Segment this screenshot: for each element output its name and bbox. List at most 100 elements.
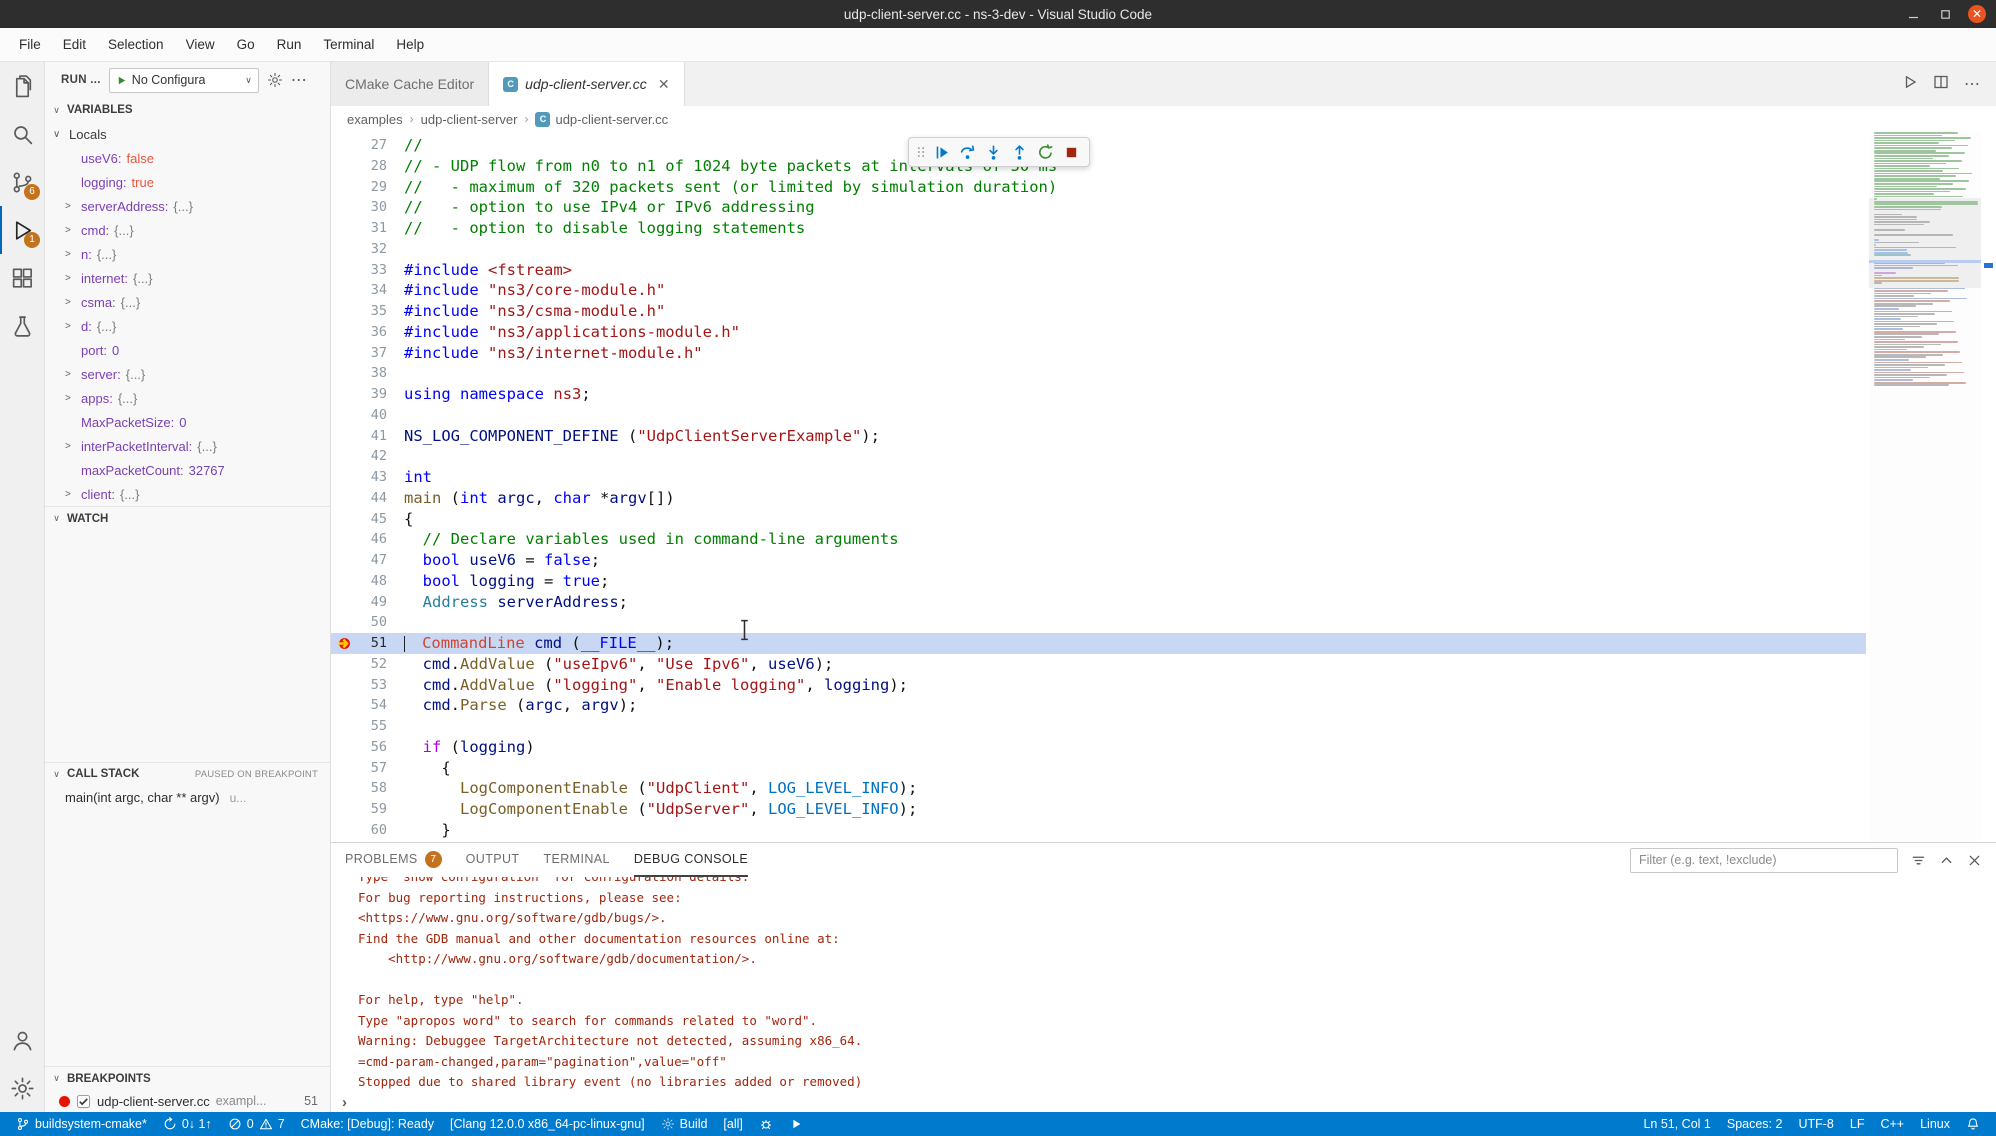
code-line-61[interactable]: 61	[331, 841, 1866, 843]
stop-icon[interactable]	[1058, 139, 1084, 165]
status-notifications[interactable]	[1958, 1112, 1988, 1136]
status-cmake-debug[interactable]	[751, 1112, 781, 1136]
line-number[interactable]: 58	[358, 778, 404, 799]
code-line-56[interactable]: 56 if (logging)	[331, 737, 1866, 758]
menu-terminal[interactable]: Terminal	[312, 28, 385, 61]
overview-ruler[interactable]	[1981, 132, 1996, 842]
start-debug-icon[interactable]	[116, 75, 127, 86]
line-number[interactable]: 54	[358, 695, 404, 716]
breadcrumb-item[interactable]: udp-client-server	[421, 112, 518, 127]
restart-icon[interactable]	[1032, 139, 1058, 165]
status-cmake-target[interactable]: [all]	[715, 1112, 750, 1136]
code-line-34[interactable]: 34#include "ns3/core-module.h"	[331, 280, 1866, 301]
status-sync[interactable]: 0↓ 1↑	[155, 1112, 220, 1136]
line-number[interactable]: 46	[358, 529, 404, 550]
code-line-41[interactable]: 41NS_LOG_COMPONENT_DEFINE ("UdpClientSer…	[331, 426, 1866, 447]
line-number[interactable]: 39	[358, 384, 404, 405]
code-line-40[interactable]: 40	[331, 405, 1866, 426]
status-language-mode[interactable]: C++	[1872, 1112, 1912, 1136]
code-line-49[interactable]: 49 Address serverAddress;	[331, 592, 1866, 613]
line-number[interactable]: 32	[358, 239, 404, 260]
line-number[interactable]: 53	[358, 675, 404, 696]
line-number[interactable]: 56	[358, 737, 404, 758]
status-encoding[interactable]: UTF-8	[1790, 1112, 1841, 1136]
code-line-50[interactable]: 50	[331, 612, 1866, 633]
code-line-44[interactable]: 44main (int argc, char *argv[])	[331, 488, 1866, 509]
variables-scope-row[interactable]: ∨Locals	[45, 122, 330, 146]
line-number[interactable]: 31	[358, 218, 404, 239]
line-number[interactable]: 33	[358, 260, 404, 281]
tab-cmake-cache-editor[interactable]: CMake Cache Editor	[331, 62, 489, 106]
code-line-36[interactable]: 36#include "ns3/applications-module.h"	[331, 322, 1866, 343]
status-indentation[interactable]: Spaces: 2	[1719, 1112, 1791, 1136]
code-line-33[interactable]: 33#include <fstream>	[331, 260, 1866, 281]
tab-udp-client-server-cc[interactable]: Cudp-client-server.cc✕	[489, 62, 684, 106]
variables-section-header[interactable]: ∨ VARIABLES	[45, 98, 330, 122]
code-line-51[interactable]: 51 CommandLine cmd (__FILE__);	[331, 633, 1866, 654]
code-line-60[interactable]: 60 }	[331, 820, 1866, 841]
more-actions-icon[interactable]: ⋯	[291, 70, 308, 90]
code-line-54[interactable]: 54 cmd.Parse (argc, argv);	[331, 695, 1866, 716]
gear-icon[interactable]	[267, 72, 283, 88]
variable-row-n[interactable]: >n:{...}	[45, 242, 330, 266]
activity-settings-icon[interactable]	[0, 1064, 44, 1112]
more-actions-icon[interactable]: ⋯	[1964, 74, 1981, 94]
panel-tab-debug-console[interactable]: DEBUG CONSOLE	[634, 843, 748, 877]
menu-edit[interactable]: Edit	[52, 28, 97, 61]
breakpoint-row[interactable]: udp-client-server.ccexampl...51	[45, 1090, 330, 1112]
line-number[interactable]: 36	[358, 322, 404, 343]
code-line-28[interactable]: 28// - UDP flow from n0 to n1 of 1024 by…	[331, 156, 1866, 177]
line-number[interactable]: 49	[358, 592, 404, 613]
code-line-38[interactable]: 38	[331, 363, 1866, 384]
code-line-42[interactable]: 42	[331, 446, 1866, 467]
code-line-37[interactable]: 37#include "ns3/internet-module.h"	[331, 343, 1866, 364]
line-number[interactable]: 57	[358, 758, 404, 779]
filter-options-icon[interactable]	[1911, 853, 1926, 868]
drag-handle-icon[interactable]	[914, 145, 928, 159]
code-line-43[interactable]: 43int	[331, 467, 1866, 488]
breadcrumb-item[interactable]: Cudp-client-server.cc	[535, 112, 668, 127]
line-number[interactable]: 34	[358, 280, 404, 301]
close-icon[interactable]	[1967, 853, 1982, 868]
line-number[interactable]: 59	[358, 799, 404, 820]
line-number[interactable]: 44	[358, 488, 404, 509]
variable-row-cmd[interactable]: >cmd:{...}	[45, 218, 330, 242]
line-number[interactable]: 28	[358, 156, 404, 177]
line-number[interactable]: 43	[358, 467, 404, 488]
status-cmake-launch[interactable]	[781, 1112, 811, 1136]
console-input[interactable]: ›	[331, 1094, 1996, 1111]
menu-go[interactable]: Go	[226, 28, 266, 61]
code-line-58[interactable]: 58 LogComponentEnable ("UdpClient", LOG_…	[331, 778, 1866, 799]
panel-tab-problems[interactable]: PROBLEMS7	[345, 843, 442, 877]
menu-run[interactable]: Run	[266, 28, 313, 61]
breakpoint-checkbox[interactable]	[76, 1094, 91, 1109]
debug-config-dropdown[interactable]: No Configura ∨	[109, 68, 259, 93]
status-problems[interactable]: 07	[220, 1112, 293, 1136]
panel-tab-output[interactable]: OUTPUT	[466, 843, 520, 877]
line-number[interactable]: 35	[358, 301, 404, 322]
line-number[interactable]: 47	[358, 550, 404, 571]
line-number[interactable]: 29	[358, 177, 404, 198]
variable-row-port[interactable]: port:0	[45, 338, 330, 362]
step-over-icon[interactable]	[954, 139, 980, 165]
code-line-48[interactable]: 48 bool logging = true;	[331, 571, 1866, 592]
variable-row-d[interactable]: >d:{...}	[45, 314, 330, 338]
line-number[interactable]: 60	[358, 820, 404, 841]
call-stack-section-header[interactable]: ∨ CALL STACK PAUSED ON BREAKPOINT	[45, 762, 330, 786]
line-number[interactable]: 51	[358, 633, 404, 654]
variable-row-serverAddress[interactable]: >serverAddress:{...}	[45, 194, 330, 218]
line-number[interactable]: 38	[358, 363, 404, 384]
line-number[interactable]: 37	[358, 343, 404, 364]
line-number[interactable]: 45	[358, 509, 404, 530]
menu-help[interactable]: Help	[385, 28, 435, 61]
current-breakpoint-arrow-icon[interactable]	[331, 633, 358, 654]
code-line-29[interactable]: 29// - maximum of 320 packets sent (or l…	[331, 177, 1866, 198]
variable-row-maxPacketCount[interactable]: maxPacketCount:32767	[45, 458, 330, 482]
panel-tab-terminal[interactable]: TERMINAL	[543, 843, 609, 877]
code-line-35[interactable]: 35#include "ns3/csma-module.h"	[331, 301, 1866, 322]
code-line-32[interactable]: 32	[331, 239, 1866, 260]
activity-source-control-icon[interactable]: 6	[0, 158, 44, 206]
line-number[interactable]: 40	[358, 405, 404, 426]
variable-row-csma[interactable]: >csma:{...}	[45, 290, 330, 314]
line-number[interactable]: 52	[358, 654, 404, 675]
